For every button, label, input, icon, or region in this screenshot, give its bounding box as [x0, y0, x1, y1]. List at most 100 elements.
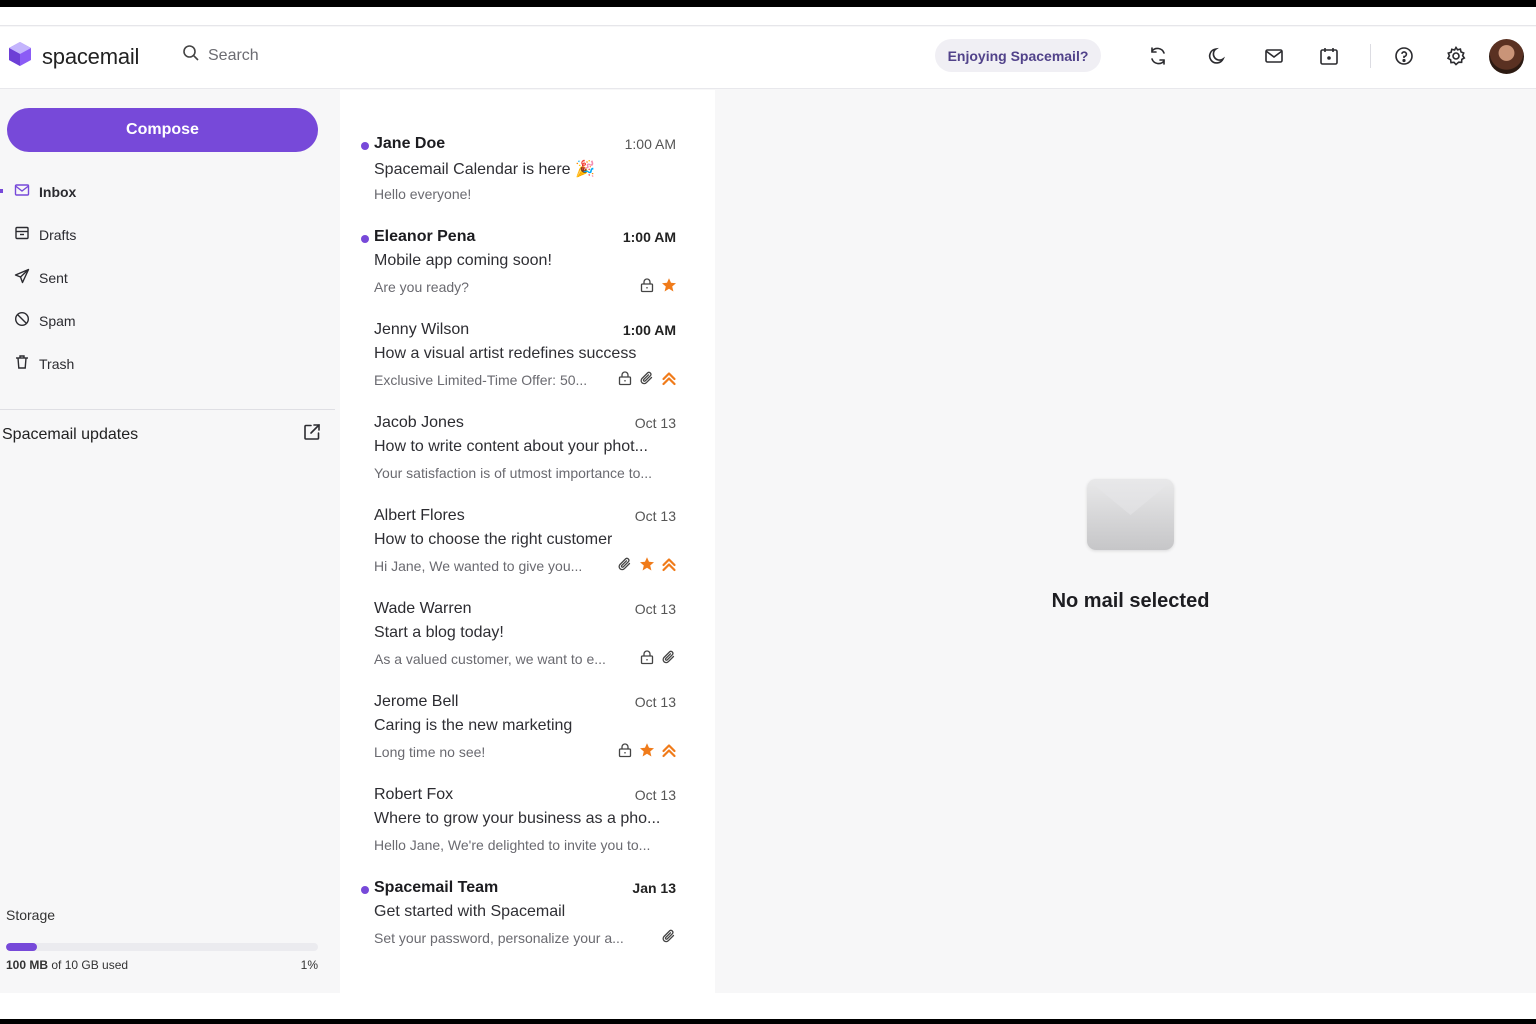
avatar[interactable]: [1489, 39, 1524, 74]
email-row[interactable]: Spacemail Team Jan 13 Get started with Spa…: [340, 864, 715, 957]
sidebar-divider: [0, 409, 335, 410]
bottom-rim: [0, 993, 1536, 1019]
top-strip: [0, 7, 1536, 26]
enjoying-spacemail-button[interactable]: Enjoying Spacemail?: [935, 39, 1101, 72]
search-icon: [182, 44, 200, 67]
header: spacemail Enjoying Spacemail?: [0, 27, 1536, 89]
email-subject: Spacemail Calendar is here 🎉: [374, 161, 595, 178]
email-row[interactable]: Jerome Bell Oct 13 Caring is the new marke…: [340, 678, 715, 771]
email-sender: Robert Fox: [374, 786, 454, 803]
sidebar-item-label: Sent: [39, 269, 68, 286]
star-icon[interactable]: [661, 277, 677, 293]
star-icon[interactable]: [639, 742, 655, 758]
email-badges: [617, 556, 677, 572]
sidebar-item-label: Drafts: [39, 226, 77, 243]
spacemail-updates-link[interactable]: Spacemail updates: [2, 422, 322, 447]
email-time: Oct 13: [634, 787, 676, 803]
storage-label: Storage: [6, 907, 56, 923]
lock-icon: [639, 277, 655, 293]
sidebar-item-label: Trash: [39, 355, 75, 372]
email-subject: Start a blog today!: [374, 624, 504, 641]
calendar-icon[interactable]: [1318, 45, 1340, 67]
high-priority-icon: [661, 556, 677, 572]
email-subject: Where to grow your business as a pho...: [374, 810, 661, 827]
unread-dot: [361, 235, 369, 243]
email-badges: [639, 277, 677, 293]
sidebar-item-spam[interactable]: Spam: [0, 299, 335, 342]
gear-icon[interactable]: [1445, 45, 1467, 67]
storage-progress-bar: [6, 943, 318, 951]
header-divider: [1370, 44, 1371, 68]
email-time: Oct 13: [634, 508, 676, 524]
sidebar-item-label: Spam: [39, 312, 76, 329]
sidebar-item-inbox[interactable]: Inbox: [0, 170, 335, 213]
lock-icon: [617, 742, 633, 758]
email-time: Oct 13: [634, 415, 676, 431]
attachment-icon: [661, 928, 677, 944]
attachment-icon: [661, 649, 677, 665]
drafts-icon: [14, 225, 30, 244]
email-row[interactable]: Jenny Wilson 1:00 AM How a visual artist r…: [340, 306, 715, 399]
sidebar-item-drafts[interactable]: Drafts: [0, 213, 335, 256]
spam-icon: [14, 311, 30, 330]
email-preview: Hello Jane, We're delighted to invite yo…: [374, 837, 651, 853]
send-icon: [14, 268, 30, 287]
email-preview: Exclusive Limited-Time Offer: 50...: [374, 372, 588, 388]
email-sender: Jenny Wilson: [374, 321, 470, 338]
mail-icon[interactable]: [1263, 45, 1285, 67]
storage-usage-text: 100 MB of 10 GB used: [6, 958, 128, 972]
email-sender: Jerome Bell: [374, 693, 459, 710]
refresh-icon[interactable]: [1147, 45, 1169, 67]
email-time: Oct 13: [634, 601, 676, 617]
updates-label: Spacemail updates: [2, 425, 139, 443]
email-subject: Mobile app coming soon!: [374, 252, 552, 269]
high-priority-icon: [661, 370, 677, 386]
email-row[interactable]: Eleanor Pena 1:00 AM Mobile app coming soo…: [340, 213, 715, 306]
email-sender: Eleanor Pena: [374, 228, 476, 245]
email-list: Jane Doe 1:00 AM Spacemail Calendar is her…: [340, 90, 715, 993]
star-icon[interactable]: [639, 556, 655, 572]
email-sender: Jacob Jones: [374, 414, 464, 431]
help-icon[interactable]: [1393, 45, 1415, 67]
email-subject: How to choose the right customer: [374, 531, 613, 548]
storage-percent: 1%: [300, 958, 318, 972]
trash-icon: [14, 354, 30, 373]
email-preview: Hello everyone!: [374, 186, 472, 202]
email-badges: [661, 928, 677, 944]
email-row[interactable]: Jacob Jones Oct 13 How to write content ab…: [340, 399, 715, 492]
email-subject: How a visual artist redefines success: [374, 345, 637, 362]
storage-total: of 10 GB used: [48, 958, 129, 972]
email-preview: Are you ready?: [374, 279, 469, 295]
mail-detail-pane: No mail selected: [716, 90, 1536, 993]
attachment-icon: [639, 370, 655, 386]
moon-icon[interactable]: [1207, 45, 1229, 67]
app-window: spacemail Enjoying Spacemail?: [0, 7, 1536, 1019]
storage-info: 100 MB of 10 GB used 1%: [6, 958, 318, 972]
email-row[interactable]: Robert Fox Oct 13 Where to grow your busin…: [340, 771, 715, 864]
email-preview: Hi Jane, We wanted to give you...: [374, 558, 583, 574]
logo[interactable]: spacemail: [6, 40, 139, 73]
email-badges: [617, 742, 677, 758]
email-row[interactable]: Wade Warren Oct 13 Start a blog today! As a…: [340, 585, 715, 678]
unread-dot: [361, 886, 369, 894]
email-subject: Caring is the new marketing: [374, 717, 573, 734]
email-time: 1:00 AM: [622, 229, 676, 245]
email-row[interactable]: Jane Doe 1:00 AM Spacemail Calendar is her…: [340, 120, 715, 213]
storage-used: 100 MB: [6, 958, 49, 972]
email-sender: Albert Flores: [374, 507, 465, 524]
sidebar-item-trash[interactable]: Trash: [0, 342, 335, 385]
email-badges: [639, 649, 677, 665]
email-sender: Spacemail Team: [374, 879, 499, 896]
email-sender: Jane Doe: [374, 135, 446, 152]
email-time: Oct 13: [634, 694, 676, 710]
email-preview: As a valued customer, we want to e...: [374, 651, 606, 667]
search-input[interactable]: [208, 46, 408, 65]
inbox-icon: [14, 182, 30, 201]
sidebar-item-sent[interactable]: Sent: [0, 256, 335, 299]
email-row[interactable]: Albert Flores Oct 13 How to choose the rig…: [340, 492, 715, 585]
email-time: 1:00 AM: [624, 136, 676, 152]
email-time: Jan 13: [632, 880, 676, 896]
compose-button[interactable]: Compose: [7, 108, 318, 152]
search-box[interactable]: [182, 44, 408, 67]
email-subject: Get started with Spacemail: [374, 903, 566, 920]
